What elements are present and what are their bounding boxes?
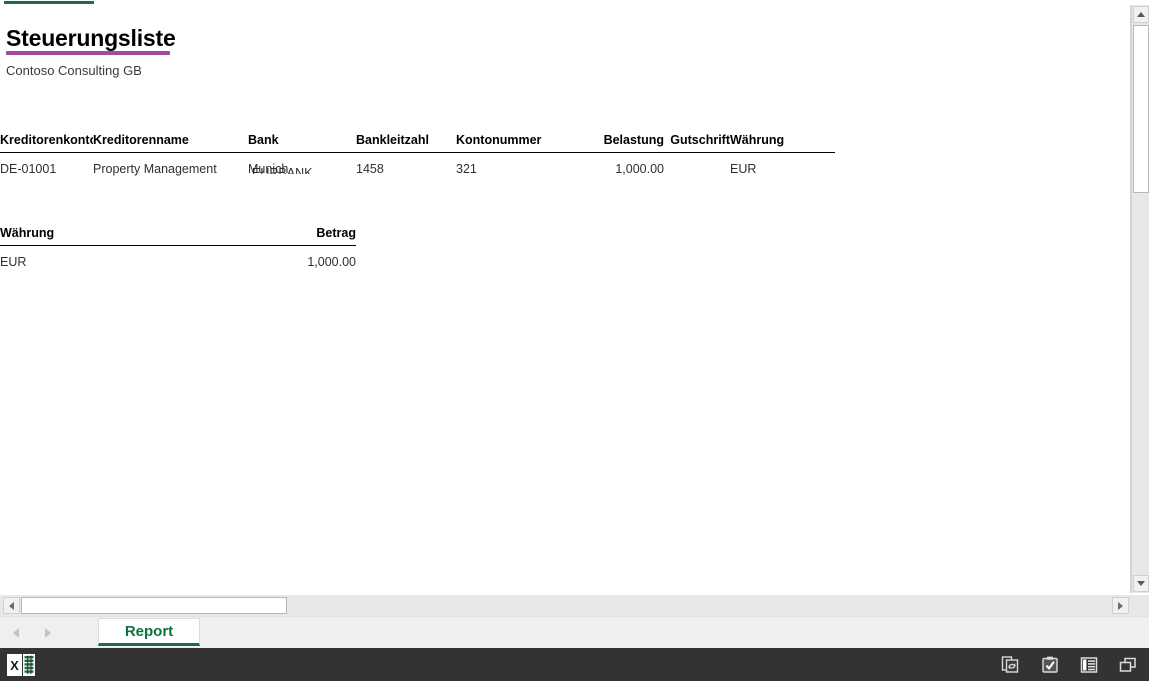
cell-bank: Munich <box>248 162 289 176</box>
table-header-row: Kreditorenkontonummer Kreditorenname Ban… <box>0 133 835 153</box>
reading-list-icon[interactable] <box>1078 654 1100 676</box>
scroll-down-button[interactable] <box>1133 575 1149 592</box>
scroll-right-arrow-icon <box>1118 601 1123 610</box>
col-header-kontonummer: Kontonummer <box>456 133 584 153</box>
tab-next-button[interactable] <box>41 626 55 640</box>
col-header-bank: Bank <box>248 133 356 153</box>
report-title: Steuerungsliste <box>6 25 176 51</box>
sheet-tab-label: Report <box>124 622 174 640</box>
cell-belastung: 1,000.00 <box>615 162 664 176</box>
cell-gutschrift <box>664 153 730 178</box>
table-row: DE-01001 Property Management Munich 1458… <box>0 153 835 178</box>
horizontal-scrollbar-thumb[interactable] <box>21 597 287 614</box>
detail-table-wrapper: Kreditorenkontonummer Kreditorenname Ban… <box>0 133 835 177</box>
cell-bankleitzahl: 1458 <box>356 162 384 176</box>
scroll-right-button[interactable] <box>1112 597 1129 614</box>
chevron-right-icon <box>45 628 51 638</box>
chevron-left-icon <box>13 628 19 638</box>
taskbar: X <box>0 648 1149 681</box>
scroll-up-arrow-icon <box>1137 12 1145 17</box>
excel-report-viewer: Steuerungsliste Contoso Consulting GB EU… <box>0 0 1149 681</box>
summary-cell-betrag: 1,000.00 <box>307 255 356 269</box>
report-subtitle: Contoso Consulting GB <box>6 63 142 78</box>
col-header-bankleitzahl: Bankleitzahl <box>356 133 456 153</box>
cell-kreditorenkontonummer: DE-01001 <box>0 162 57 176</box>
sheet-tab-report[interactable]: Report <box>98 618 200 646</box>
vertical-scrollbar[interactable] <box>1131 5 1149 593</box>
excel-app-icon[interactable]: X <box>4 652 38 678</box>
col-header-kreditorenkontonummer: Kreditorenkontonummer <box>0 133 93 153</box>
summary-col-header-betrag: Betrag <box>93 226 356 246</box>
tab-prev-button[interactable] <box>9 626 23 640</box>
title-underline-rule <box>6 51 170 55</box>
scroll-down-arrow-icon <box>1137 581 1145 586</box>
summary-table-row: EUR 1,000.00 <box>0 246 356 271</box>
cell-waehrung: EUR <box>730 162 757 176</box>
summary-table-wrapper: Währung Betrag EUR 1,000.00 <box>0 226 356 270</box>
sheet-tab-bar: Report <box>0 616 1149 648</box>
summary-table: Währung Betrag EUR 1,000.00 <box>0 226 356 270</box>
scroll-left-button[interactable] <box>3 597 20 614</box>
detail-table: Kreditorenkontonummer Kreditorenname Ban… <box>0 133 835 177</box>
col-header-belastung: Belastung <box>584 133 664 153</box>
col-header-waehrung: Währung <box>730 133 835 153</box>
svg-text:X: X <box>10 658 19 673</box>
summary-header-row: Währung Betrag <box>0 226 356 246</box>
clipboard-check-icon[interactable] <box>1039 654 1061 676</box>
scroll-up-button[interactable] <box>1133 6 1149 23</box>
taskbar-icon-group <box>1000 648 1139 681</box>
summary-cell-waehrung: EUR <box>0 255 27 269</box>
restore-window-icon[interactable] <box>1117 654 1139 676</box>
col-header-kreditorenname: Kreditorenname <box>93 133 248 153</box>
cell-kontonummer: 321 <box>456 162 477 176</box>
vertical-scrollbar-thumb[interactable] <box>1133 25 1149 193</box>
cell-kreditorenname: Property Management <box>93 162 217 176</box>
horizontal-scrollbar[interactable] <box>0 595 1149 616</box>
summary-col-header-waehrung: Währung <box>0 226 93 246</box>
report-canvas[interactable]: Steuerungsliste Contoso Consulting GB EU… <box>0 5 1131 593</box>
scroll-left-arrow-icon <box>9 601 14 610</box>
green-accent-bar <box>4 1 94 4</box>
col-header-gutschrift: Gutschrift <box>664 133 730 153</box>
sync-copy-icon[interactable] <box>1000 654 1022 676</box>
